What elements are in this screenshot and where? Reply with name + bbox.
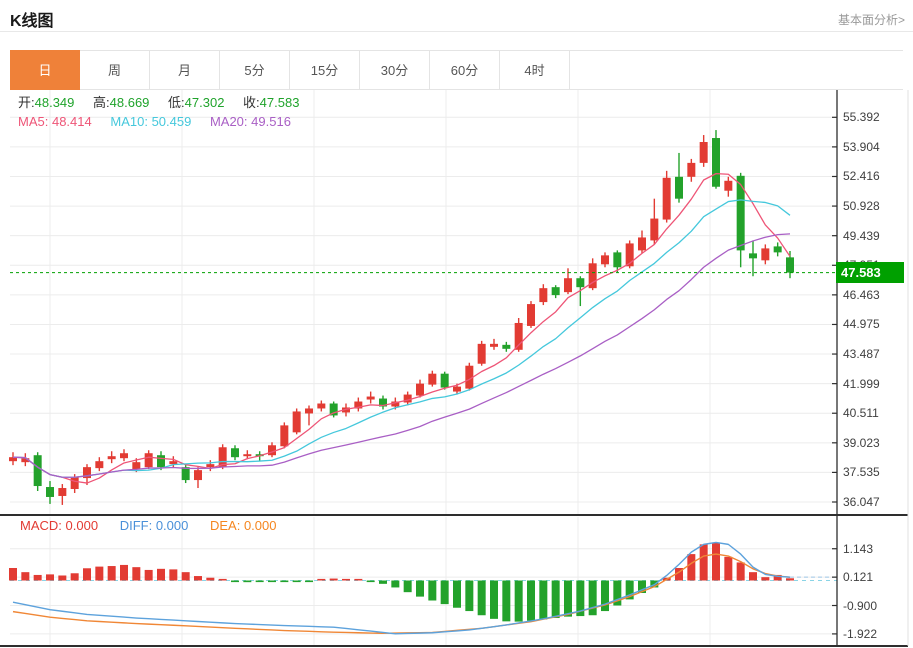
y-axis-label: 43.487 — [843, 347, 880, 362]
ohlc-legend: 开:48.349 高:48.669 低:47.302 收:47.583 MA5:… — [18, 93, 314, 131]
y-axis-label: 55.392 — [843, 110, 880, 125]
y-axis-label: 44.975 — [843, 317, 880, 332]
chart-area: 开:48.349 高:48.669 低:47.302 收:47.583 MA5:… — [0, 0, 913, 648]
y-axis-label: 40.511 — [843, 406, 879, 421]
high-value: 48.669 — [109, 95, 150, 110]
ma5-value: 48.414 — [51, 114, 92, 129]
y-axis-label: 53.904 — [843, 139, 880, 154]
low-value: 47.302 — [184, 95, 225, 110]
ma20-label: MA20: — [209, 114, 248, 129]
y-axis-label: -1.922 — [843, 626, 878, 641]
ma20-value: 49.516 — [251, 114, 291, 129]
ma10-value: 50.459 — [151, 114, 192, 129]
y-axis-label: 37.535 — [843, 465, 880, 480]
ma10-label: MA10: — [110, 114, 148, 129]
y-axis-label: 41.999 — [843, 376, 880, 391]
y-axis-label: 52.416 — [843, 169, 880, 184]
low-label: 低: — [168, 95, 185, 110]
diff-label: DIFF: — [119, 518, 153, 533]
macd-label: MACD: — [20, 518, 62, 533]
y-axis-label: 50.928 — [843, 199, 880, 214]
kline-page: K线图 基本面分析> 日周月 5分 15分 30分 60分 4时 开:48.349 高:4… — [0, 0, 913, 648]
y-axis-label: 46.463 — [843, 287, 880, 302]
y-axis-label: -0.900 — [843, 598, 878, 613]
y-axis-label: 39.023 — [843, 435, 880, 450]
close-value: 47.583 — [259, 95, 300, 110]
macd-value: 0.000 — [65, 518, 99, 533]
dea-label: DEA: — [209, 518, 241, 533]
high-label: 高: — [93, 95, 110, 110]
y-axis-label: 1.143 — [843, 541, 874, 556]
macd-legend: MACD: 0.000 DIFF: 0.000 DEA: 0.000 — [20, 518, 295, 533]
open-label: 开: — [18, 95, 35, 110]
current-price-tag: 47.583 — [836, 262, 904, 284]
y-axis-label: 49.439 — [843, 228, 880, 243]
open-value: 48.349 — [34, 95, 75, 110]
ma5-label: MA5: — [18, 114, 49, 129]
close-label: 收: — [243, 95, 260, 110]
y-axis-label: 36.047 — [843, 495, 880, 509]
y-axis-label: 0.121 — [843, 570, 874, 585]
diff-value: 0.000 — [155, 518, 189, 533]
dea-value: 0.000 — [243, 518, 277, 533]
